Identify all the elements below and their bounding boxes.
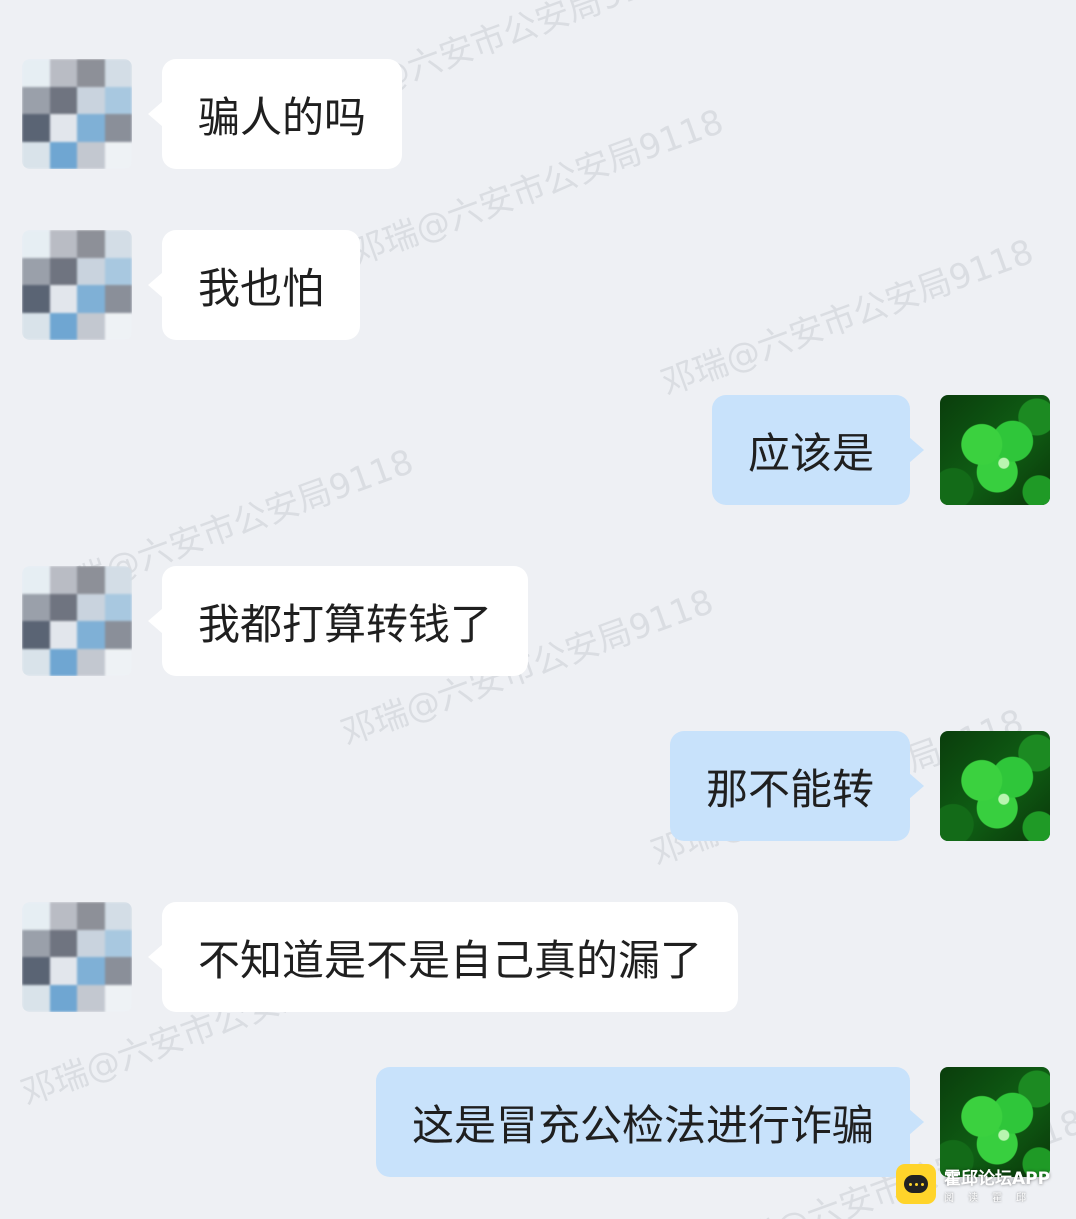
message-text: 不知道是不是自己真的漏了	[198, 935, 703, 985]
message-text: 我都打算转钱了	[198, 599, 493, 649]
message-bubble-outgoing[interactable]: 这是冒充公检法进行诈骗	[375, 1067, 925, 1177]
message-row: 不知道是不是自己真的漏了	[0, 902, 1076, 1012]
chat-screen: 邓瑞@六安市公安局9118 邓瑞@六安市公安局9118 邓瑞@六安市公安局911…	[0, 0, 1076, 1219]
chat-bubble-icon	[896, 1164, 936, 1204]
contact-avatar[interactable]	[22, 59, 132, 169]
clover-image	[940, 395, 1050, 505]
message-bubble-outgoing[interactable]: 应该是	[711, 395, 925, 505]
message-row: 应该是	[0, 395, 1076, 505]
message-text: 这是冒充公检法进行诈骗	[411, 1100, 874, 1150]
message-row: 我也怕	[0, 230, 1076, 340]
app-badge: 霍邱论坛APP 阅读霍邱	[896, 1162, 1066, 1206]
message-text: 骗人的吗	[198, 92, 367, 142]
message-bubble-outgoing[interactable]: 那不能转	[669, 731, 925, 841]
clover-image	[940, 731, 1050, 841]
message-row: 这是冒充公检法进行诈骗	[0, 1067, 1076, 1177]
message-bubble-incoming[interactable]: 骗人的吗	[147, 59, 403, 169]
message-bubble-incoming[interactable]: 不知道是不是自己真的漏了	[147, 902, 739, 1012]
message-text: 那不能转	[705, 764, 874, 814]
message-row: 那不能转	[0, 731, 1076, 841]
contact-avatar[interactable]	[22, 566, 132, 676]
message-bubble-incoming[interactable]: 我也怕	[147, 230, 361, 340]
self-avatar[interactable]	[940, 1067, 1050, 1177]
message-row: 我都打算转钱了	[0, 566, 1076, 676]
message-bubble-incoming[interactable]: 我都打算转钱了	[147, 566, 529, 676]
message-row: 骗人的吗	[0, 59, 1076, 169]
clover-image	[940, 1067, 1050, 1177]
app-name: 霍邱论坛APP	[944, 1169, 1051, 1189]
contact-avatar[interactable]	[22, 230, 132, 340]
message-text: 应该是	[747, 428, 874, 478]
self-avatar[interactable]	[940, 395, 1050, 505]
self-avatar[interactable]	[940, 731, 1050, 841]
contact-avatar[interactable]	[22, 902, 132, 1012]
message-text: 我也怕	[198, 263, 325, 313]
app-slogan: 阅读霍邱	[944, 1193, 1040, 1204]
